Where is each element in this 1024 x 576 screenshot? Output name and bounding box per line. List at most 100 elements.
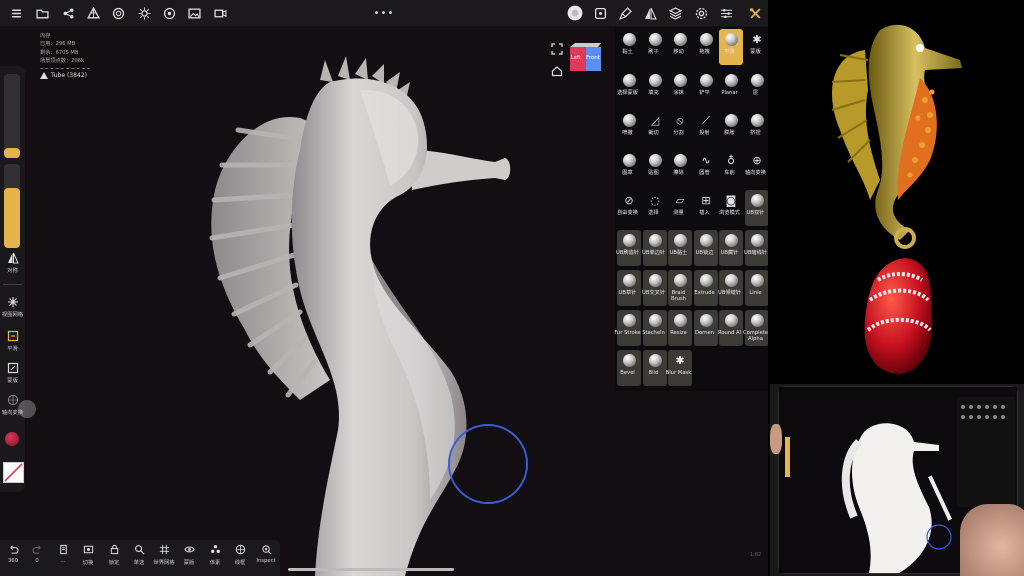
pressure-indicator [18,400,36,418]
home-view-icon[interactable] [551,62,563,77]
rail-tool-grid-view[interactable]: 视图网格 [0,296,25,318]
tool-button[interactable]: 平滑 [719,29,743,65]
mesh-icon[interactable] [80,0,106,26]
tool-button[interactable]: 层 [745,70,768,106]
bottom-button[interactable]: 360 [0,544,26,564]
tool-button[interactable]: ⊘ 自由变换 [617,190,641,226]
tool-button[interactable]: UB黏土 [668,230,692,266]
sphere-icon[interactable] [105,0,131,26]
tool-button[interactable]: 刷子 [643,29,667,65]
material-none-swatch[interactable] [3,462,24,483]
stroke-icon[interactable] [587,0,613,26]
tool-button[interactable]: ◌ 选择 [643,190,667,226]
intensity-slider[interactable] [4,164,20,248]
tool-button[interactable]: ◿ 裁切 [643,110,667,146]
tool-button[interactable]: Bild [643,350,667,386]
paint-icon[interactable] [612,0,638,26]
tool-button[interactable]: 铲平 [694,70,718,106]
tool-button[interactable]: Complete Alpha [743,310,768,346]
bottom-button[interactable]: 体素 [202,544,228,566]
tool-button[interactable]: UB倾缝针 [718,270,743,306]
tool-sphere-icon [699,74,713,87]
tool-button[interactable]: Round Al [718,310,743,346]
tool-button[interactable]: Resize [668,310,692,346]
tool-button[interactable]: ⦸ 分割 [668,110,692,146]
image-icon[interactable] [181,0,207,26]
tool-button[interactable]: 拖拽 [694,29,718,65]
tool-sphere-icon [750,234,764,247]
symmetry-icon[interactable] [637,0,663,26]
camera-icon[interactable] [156,0,182,26]
tool-button[interactable]: UB藏针 [719,230,743,266]
tool-button[interactable]: ✱ 蒙版 [745,29,768,65]
color-swatch[interactable] [5,432,19,446]
symmetry-icon [7,252,19,264]
tool-button[interactable]: UB暗线针 [744,230,768,266]
tool-button[interactable]: 擦除 [668,150,692,186]
settings-icon[interactable] [688,0,714,26]
tool-button[interactable]: ⊞ 插入 [694,190,718,226]
tool-button[interactable]: Planar [719,70,743,106]
fullscreen-icon[interactable] [551,40,563,55]
tool-button[interactable]: Bevel [617,350,641,386]
bottom-button[interactable]: Inspect [253,544,279,564]
layers-icon[interactable] [662,0,688,26]
brush-preview-icon[interactable] [562,0,588,26]
tool-button[interactable]: 黏土 [617,29,641,65]
tool-button[interactable]: UB单边针 [642,230,667,266]
tool-button[interactable]: 填充 [643,70,667,106]
tool-button[interactable]: UB刷造针 [616,230,641,266]
tool-button[interactable]: Braid Brush [668,270,692,306]
tool-button[interactable]: UB双针 [745,190,768,226]
tool-button[interactable]: Extrude [694,270,718,306]
symmetry-toggle[interactable]: 对称 [0,252,25,274]
tool-button[interactable]: ◙ 浏览模式 [719,190,743,226]
view-cube[interactable]: Left Front [566,42,604,74]
tool-button[interactable]: 贴图 [643,150,667,186]
undo-icon [9,545,19,554]
tool-button[interactable]: Dornen [694,310,718,346]
tool-button[interactable]: ♁ 车削 [719,150,743,186]
folder-icon[interactable] [29,0,55,26]
bottom-button[interactable]: 线框 [227,544,253,566]
tool-button[interactable]: 膨胀 [719,110,743,146]
bottom-button[interactable]: ... [50,544,76,564]
tool-button[interactable]: Linie [745,270,768,306]
bottom-button[interactable]: 锁定 [101,544,127,566]
tool-button[interactable]: Fur Stroke [614,310,641,346]
inspect-icon [261,545,271,555]
tool-button[interactable]: 图章 [617,150,641,186]
share-icon[interactable] [55,0,81,26]
tool-sphere-icon [673,154,687,167]
tool-button[interactable]: UB草针 [617,270,641,306]
tool-button[interactable]: 涂抹 [668,70,692,106]
tool-button[interactable]: 挤捏 [745,110,768,146]
tool-button[interactable]: ✱ Blur Mask [666,350,692,386]
rail-tool-mask[interactable]: 蒙版 [0,362,25,384]
tool-button[interactable]: UB锁边 [694,230,718,266]
more-menu-icon[interactable]: ••• [371,0,397,26]
tools-icon[interactable] [742,0,768,26]
bottom-button[interactable]: 切换 [75,544,101,566]
search-icon [134,545,145,555]
tool-button[interactable]: ▱ 测量 [668,190,692,226]
tool-sphere-icon [622,354,636,367]
tool-button[interactable]: Stacheln [642,310,667,346]
bottom-button[interactable]: 世界网格 [151,544,177,566]
bottom-button[interactable]: 0 [24,544,50,564]
sun-icon[interactable] [131,0,157,26]
rail-tool-smooth[interactable]: 平滑 [0,330,25,352]
intensity-slider-fill [4,187,20,248]
tool-button[interactable]: 移动 [668,29,692,65]
bottom-button[interactable]: 蒙版 [176,544,202,566]
menu-icon[interactable] [3,0,29,26]
tool-button[interactable]: ∿ 圆管 [694,150,718,186]
bottom-button[interactable]: 单选 [126,544,152,566]
video-icon[interactable] [207,0,233,26]
tool-button[interactable]: ⊕ 轴向变换 [745,150,768,186]
tool-button[interactable]: 选择蒙版 [617,70,641,106]
sliders-icon[interactable] [713,0,739,26]
radius-slider[interactable] [4,74,20,158]
tool-button[interactable]: 喷撒 [617,110,641,146]
tool-button[interactable]: ⟋ 投射 [694,110,718,146]
